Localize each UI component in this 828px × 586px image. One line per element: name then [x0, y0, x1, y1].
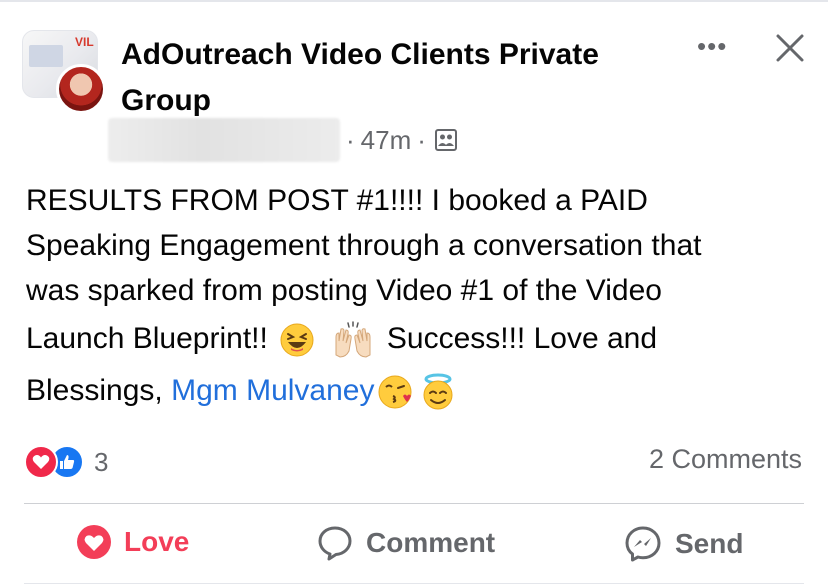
love-button[interactable]: Love [76, 524, 189, 560]
post-text-segment: Launch Blueprint!! [26, 322, 268, 355]
reactions-summary[interactable]: 3 [24, 445, 108, 479]
post-text-segment: Blessings, [26, 374, 172, 407]
post-body: RESULTS FROM POST #1!!!! I booked a PAID… [26, 178, 816, 417]
comment-label: Comment [366, 527, 496, 558]
send-label: Send [675, 528, 744, 559]
laughing-face-emoji-icon [280, 323, 314, 357]
love-label: Love [124, 526, 190, 557]
close-button[interactable] [770, 28, 810, 68]
group-avatar[interactable]: VIL [22, 30, 106, 114]
ellipsis-icon: ••• [697, 31, 728, 61]
reaction-count: 3 [94, 446, 109, 477]
comment-button[interactable]: Comment [316, 524, 495, 562]
author-name-redacted[interactable] [108, 118, 340, 162]
messenger-icon [625, 526, 661, 562]
more-options-button[interactable]: ••• [697, 33, 727, 59]
kissing-heart-face-emoji-icon [378, 375, 412, 409]
love-reaction-icon [24, 445, 58, 479]
post-text-line: RESULTS FROM POST #1!!!! I booked a PAID [26, 184, 648, 217]
raising-hands-emoji-icon [335, 321, 371, 358]
mention-link[interactable]: Mgm Mulvaney [171, 374, 374, 407]
comment-icon [318, 526, 352, 561]
meta-separator: · [346, 124, 355, 155]
group-name-link[interactable]: AdOutreach Video Clients Private Group [121, 32, 661, 124]
meta-separator: · [417, 124, 426, 155]
post-text-segment: Success!!! Love and [386, 322, 658, 355]
post-text-line: Launch Blueprint!! Success!!! Love and [26, 313, 816, 365]
avatar-badge-text: VIL [75, 35, 94, 49]
top-border [0, 0, 828, 2]
bottom-divider [24, 583, 804, 584]
post-text-line: Speaking Engagement through a conversati… [26, 229, 702, 262]
heart-icon [77, 525, 111, 559]
halo-face-emoji-icon [423, 373, 453, 410]
author-avatar[interactable] [56, 64, 106, 114]
members-privacy-icon [434, 129, 457, 151]
laptop-screen-graphic [29, 45, 63, 67]
divider [24, 503, 804, 504]
post-text-line: was sparked from posting Video #1 of the… [26, 274, 662, 307]
send-button[interactable]: Send [623, 524, 743, 564]
post-meta: · 47m · [108, 118, 458, 162]
post-text-line: Blessings, Mgm Mulvaney [26, 365, 816, 417]
comments-count-link[interactable]: 2 Comments [649, 444, 802, 475]
post-timestamp[interactable]: 47m [361, 125, 412, 156]
close-icon [776, 34, 804, 62]
